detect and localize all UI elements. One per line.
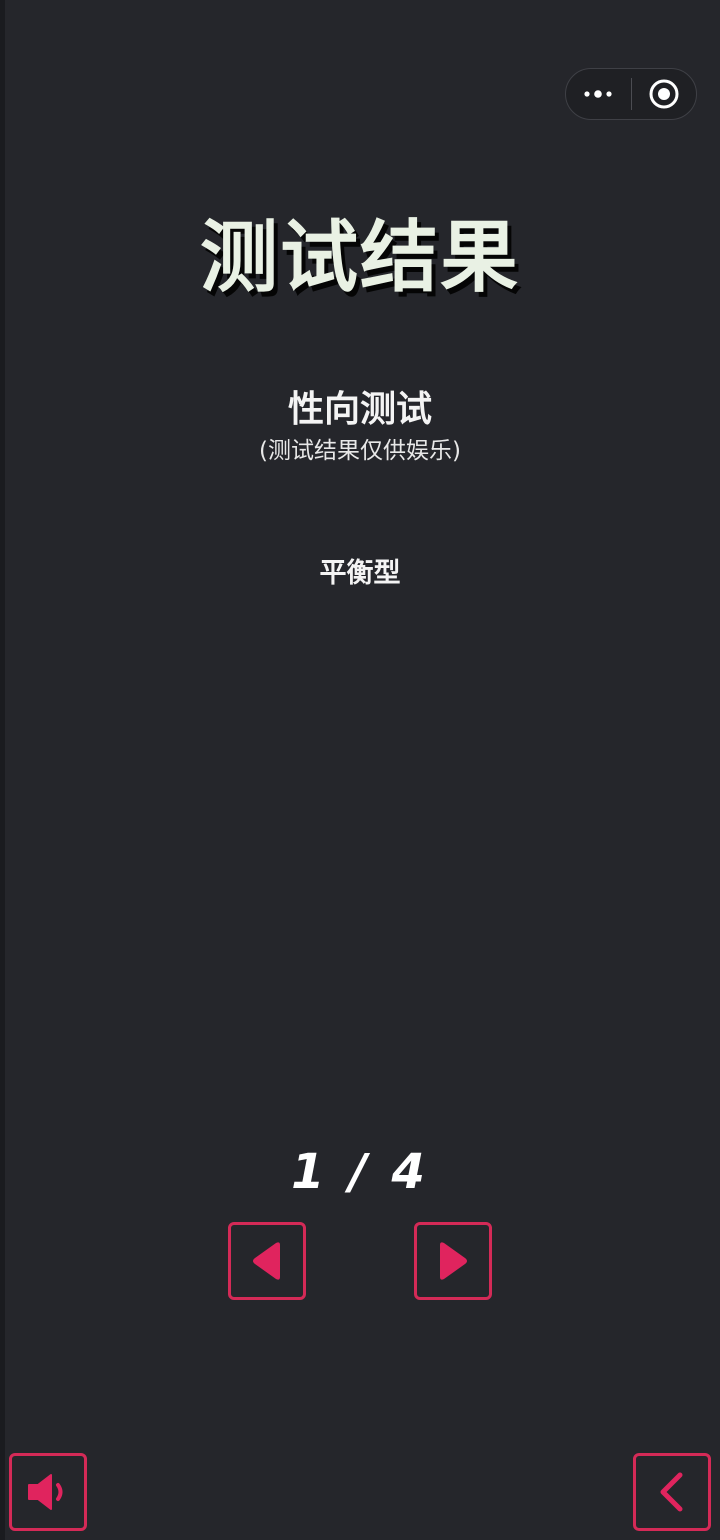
speaker-icon	[28, 1474, 63, 1510]
previous-page-button[interactable]	[228, 1222, 306, 1300]
triangle-left-icon	[253, 1242, 280, 1280]
more-dots-icon	[584, 90, 612, 98]
back-button[interactable]	[633, 1453, 711, 1531]
next-page-button[interactable]	[414, 1222, 492, 1300]
chevron-left-icon	[660, 1472, 683, 1512]
test-name: 性向测试	[287, 389, 432, 430]
more-menu-button[interactable]	[566, 68, 631, 120]
close-miniprogram-button[interactable]	[632, 68, 697, 120]
miniprogram-capsule	[565, 68, 697, 120]
disclaimer-text: (测试结果仅供娱乐)	[259, 438, 461, 464]
triangle-right-icon	[440, 1242, 467, 1280]
page-counter: 1 / 4	[291, 1144, 429, 1200]
page-title: 测试结果	[199, 213, 520, 303]
sound-toggle-button[interactable]	[9, 1453, 87, 1531]
result-type: 平衡型	[319, 558, 401, 589]
target-circle-icon	[649, 79, 679, 109]
